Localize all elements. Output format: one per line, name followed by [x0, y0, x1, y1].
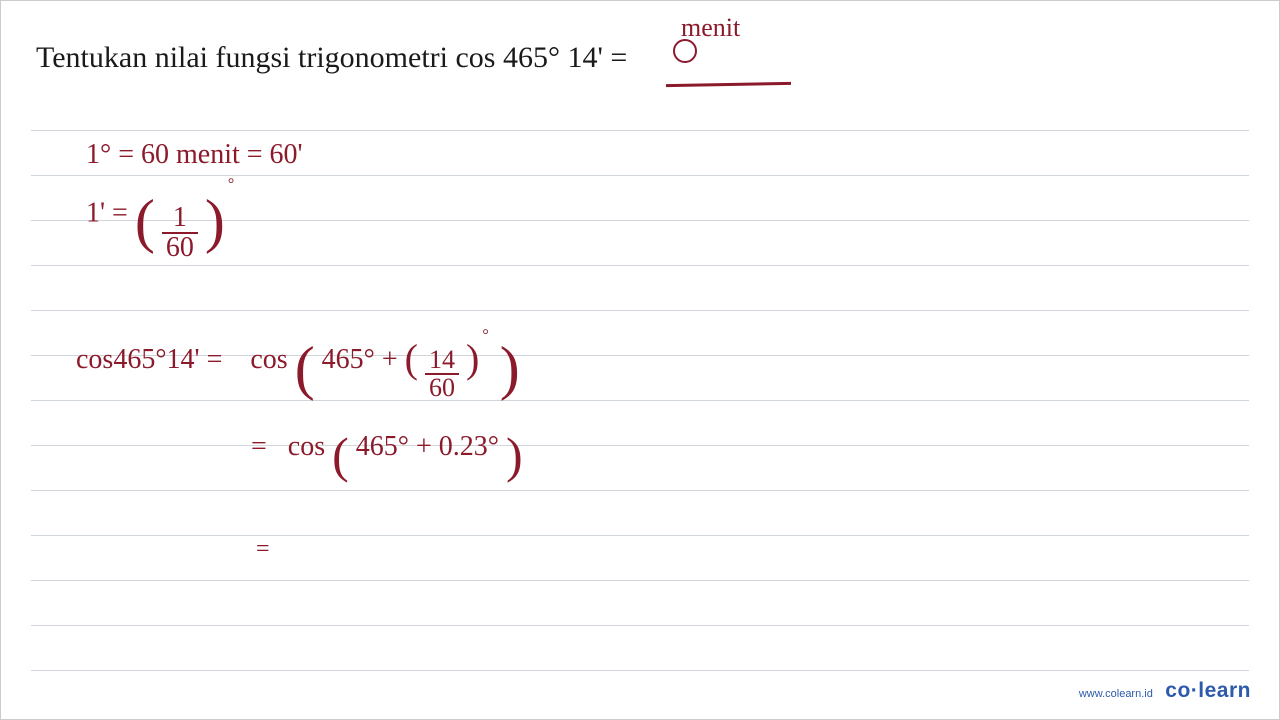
work-line-2-lhs: 1' = [86, 197, 128, 228]
work-line-4: = cos ( 465° + 0.23° ) [251, 431, 523, 464]
work-line-3-deg: ° [482, 327, 488, 344]
annotation-circle [673, 39, 697, 63]
rparen-icon: ) [506, 440, 523, 470]
rparen-small-icon: ) [466, 336, 479, 381]
work-line-3-lhs: cos465°14' = [76, 344, 222, 375]
work-line-3: cos465°14' = cos ( 465° + ( 14 60 ) ° ) [76, 331, 520, 389]
annotation-menit: menit [681, 13, 740, 43]
problem-statement: Tentukan nilai fungsi trigonometri cos 4… [36, 41, 627, 75]
rparen-icon: ) [205, 203, 225, 239]
lparen-icon: ( [295, 350, 315, 386]
work-line-3-a: 465° + [322, 344, 398, 375]
work-line-5-eq: = [256, 536, 270, 562]
work-line-5: = [256, 536, 270, 563]
work-line-2-den: 60 [162, 234, 198, 262]
ruled-background [31, 86, 1249, 709]
footer: www.colearn.id co·learn [1079, 679, 1251, 703]
lparen-small-icon: ( [405, 336, 418, 381]
work-line-3-num: 14 [425, 347, 459, 375]
footer-url: www.colearn.id [1079, 688, 1153, 700]
lparen-icon: ( [332, 440, 349, 470]
work-line-3-den: 60 [425, 375, 459, 401]
work-line-1: 1° = 60 menit = 60' [86, 139, 303, 171]
work-line-2-deg: ° [228, 176, 234, 193]
work-line-4-expr: 465° + 0.23° [356, 431, 499, 462]
work-line-2-num: 1 [162, 204, 198, 234]
work-line-3-cos: cos [250, 344, 287, 375]
work-line-2: 1' = ( 1 60 ) ° [86, 186, 238, 244]
rparen-icon: ) [500, 350, 520, 386]
work-line-4-cos: cos [288, 431, 325, 462]
footer-brand: co·learn [1165, 679, 1251, 702]
lparen-icon: ( [135, 203, 155, 239]
work-line-4-eq: = [251, 431, 267, 462]
